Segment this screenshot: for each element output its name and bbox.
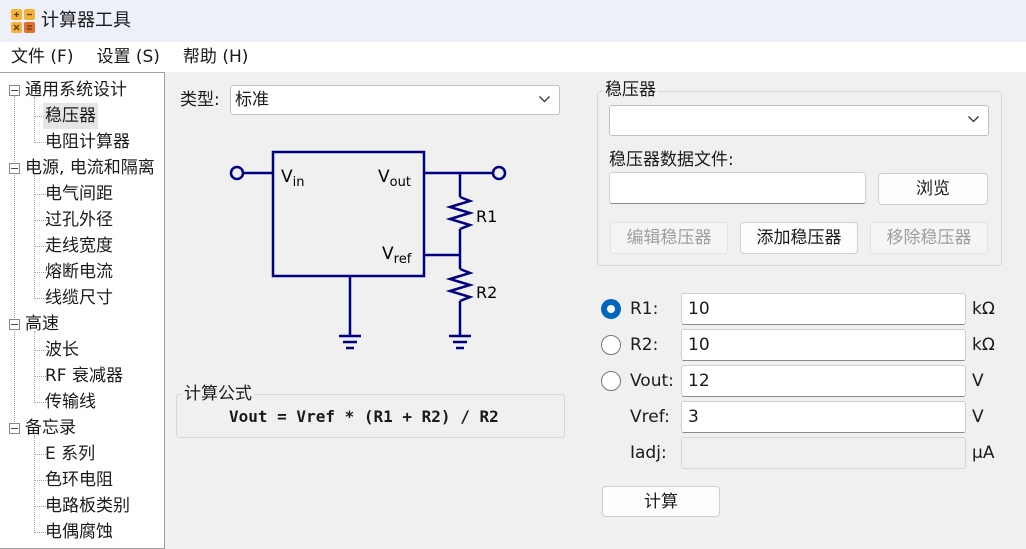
tree-group-memo[interactable]: 备忘录 [25, 415, 76, 441]
r1-unit: kΩ [972, 299, 995, 319]
tree-group-high-speed[interactable]: 高速 [25, 311, 59, 337]
tree-item-fusing-current[interactable]: 熔断电流 [45, 259, 113, 285]
menu-help[interactable]: 帮助 (H) [183, 42, 248, 72]
regulator-select[interactable] [609, 105, 989, 136]
regulator-schematic: Vin Vout Vref R1 R2 [229, 150, 507, 350]
add-regulator-button[interactable]: 添加稳压器 [740, 222, 858, 254]
type-label: 类型: [180, 90, 220, 110]
remove-regulator-button[interactable]: 移除稳压器 [870, 222, 988, 254]
iadj-label: Iadj: [630, 443, 667, 463]
vref-unit: V [972, 407, 984, 427]
iadj-input [681, 437, 966, 469]
collapse-toggle-icon[interactable]: − [9, 163, 20, 174]
type-select[interactable]: 标准 [230, 85, 560, 115]
tree-item-resistor-calculator[interactable]: 电阻计算器 [45, 129, 130, 155]
resistor-r2 [445, 267, 475, 303]
vout-terminal [491, 165, 507, 181]
chevron-down-icon [968, 116, 979, 123]
vref-label: Vref [382, 244, 412, 267]
tree-item-color-code[interactable]: 色环电阻 [45, 467, 113, 493]
tree-item-track-width[interactable]: 走线宽度 [45, 233, 113, 259]
vout-input[interactable]: 12 [681, 365, 966, 397]
r2-radio[interactable] [601, 335, 621, 355]
type-select-value: 标准 [235, 90, 269, 110]
ground-symbol-left [339, 334, 361, 350]
calculator-app-icon [11, 9, 35, 33]
tree-group-power-current-isolation[interactable]: 电源, 电流和隔离 [25, 155, 155, 181]
tree-item-cable-size[interactable]: 线缆尺寸 [45, 285, 113, 311]
edit-regulator-button[interactable]: 编辑稳压器 [610, 222, 728, 254]
collapse-toggle-icon[interactable]: − [9, 85, 20, 96]
menu-bar: 文件 (F) 设置 (S) 帮助 (H) [0, 42, 1026, 72]
tree-item-rf-attenuator[interactable]: RF 衰减器 [45, 363, 123, 389]
resistor-r1 [445, 195, 475, 231]
r2-unit: kΩ [972, 335, 995, 355]
tree-item-via-size[interactable]: 过孔外径 [45, 207, 113, 233]
iadj-unit: μA [972, 443, 995, 463]
tree-group-general-design[interactable]: 通用系统设计 [25, 77, 127, 103]
tree-item-board-class[interactable]: 电路板类别 [45, 493, 130, 519]
formula-group-title: 计算公式 [182, 384, 254, 404]
vout-label: Vout: [630, 371, 674, 391]
r1-radio[interactable] [601, 299, 621, 319]
calculate-button[interactable]: 计算 [602, 486, 720, 517]
vref-input[interactable]: 3 [681, 401, 966, 433]
vin-label: Vin [281, 167, 305, 190]
ground-symbol-right [449, 334, 471, 350]
formula-text: Vout = Vref * (R1 + R2) / R2 [229, 407, 499, 426]
regulator-data-file-label: 稳压器数据文件: [609, 150, 734, 170]
vout-label: Vout [378, 167, 411, 190]
vref-label: Vref: [630, 407, 670, 427]
regulator-data-file-input[interactable] [609, 172, 866, 204]
tree-item-galvanic-corrosion[interactable]: 电偶腐蚀 [45, 519, 113, 545]
chevron-down-icon [539, 96, 550, 103]
r2-input[interactable]: 10 [681, 329, 966, 361]
vout-unit: V [972, 371, 984, 391]
menu-file[interactable]: 文件 (F) [11, 42, 73, 72]
r2-label: R2 [476, 283, 497, 302]
menu-settings[interactable]: 设置 (S) [96, 42, 159, 72]
collapse-toggle-icon[interactable]: − [9, 319, 20, 330]
window-title: 计算器工具 [41, 10, 131, 31]
navigation-tree[interactable]: − 通用系统设计 稳压器 电阻计算器 − 电源, 电流和隔离 电气间距 过孔外径… [0, 72, 165, 549]
vin-terminal [229, 165, 245, 181]
vout-radio[interactable] [601, 371, 621, 391]
collapse-toggle-icon[interactable]: − [9, 423, 20, 434]
tree-item-e-series[interactable]: E 系列 [45, 441, 95, 467]
browse-button[interactable]: 浏览 [878, 173, 988, 205]
title-bar: 计算器工具 [0, 0, 1026, 42]
tree-item-electrical-spacing[interactable]: 电气间距 [45, 181, 113, 207]
r1-input[interactable]: 10 [681, 293, 966, 325]
r2-label: R2: [630, 335, 659, 355]
regulator-group-title: 稳压器 [603, 80, 658, 100]
tree-item-regulator[interactable]: 稳压器 [43, 103, 98, 129]
tree-item-transmission-line[interactable]: 传输线 [45, 389, 96, 415]
r1-label: R1 [476, 207, 497, 226]
r1-label: R1: [630, 299, 659, 319]
tree-item-wavelength[interactable]: 波长 [45, 337, 79, 363]
